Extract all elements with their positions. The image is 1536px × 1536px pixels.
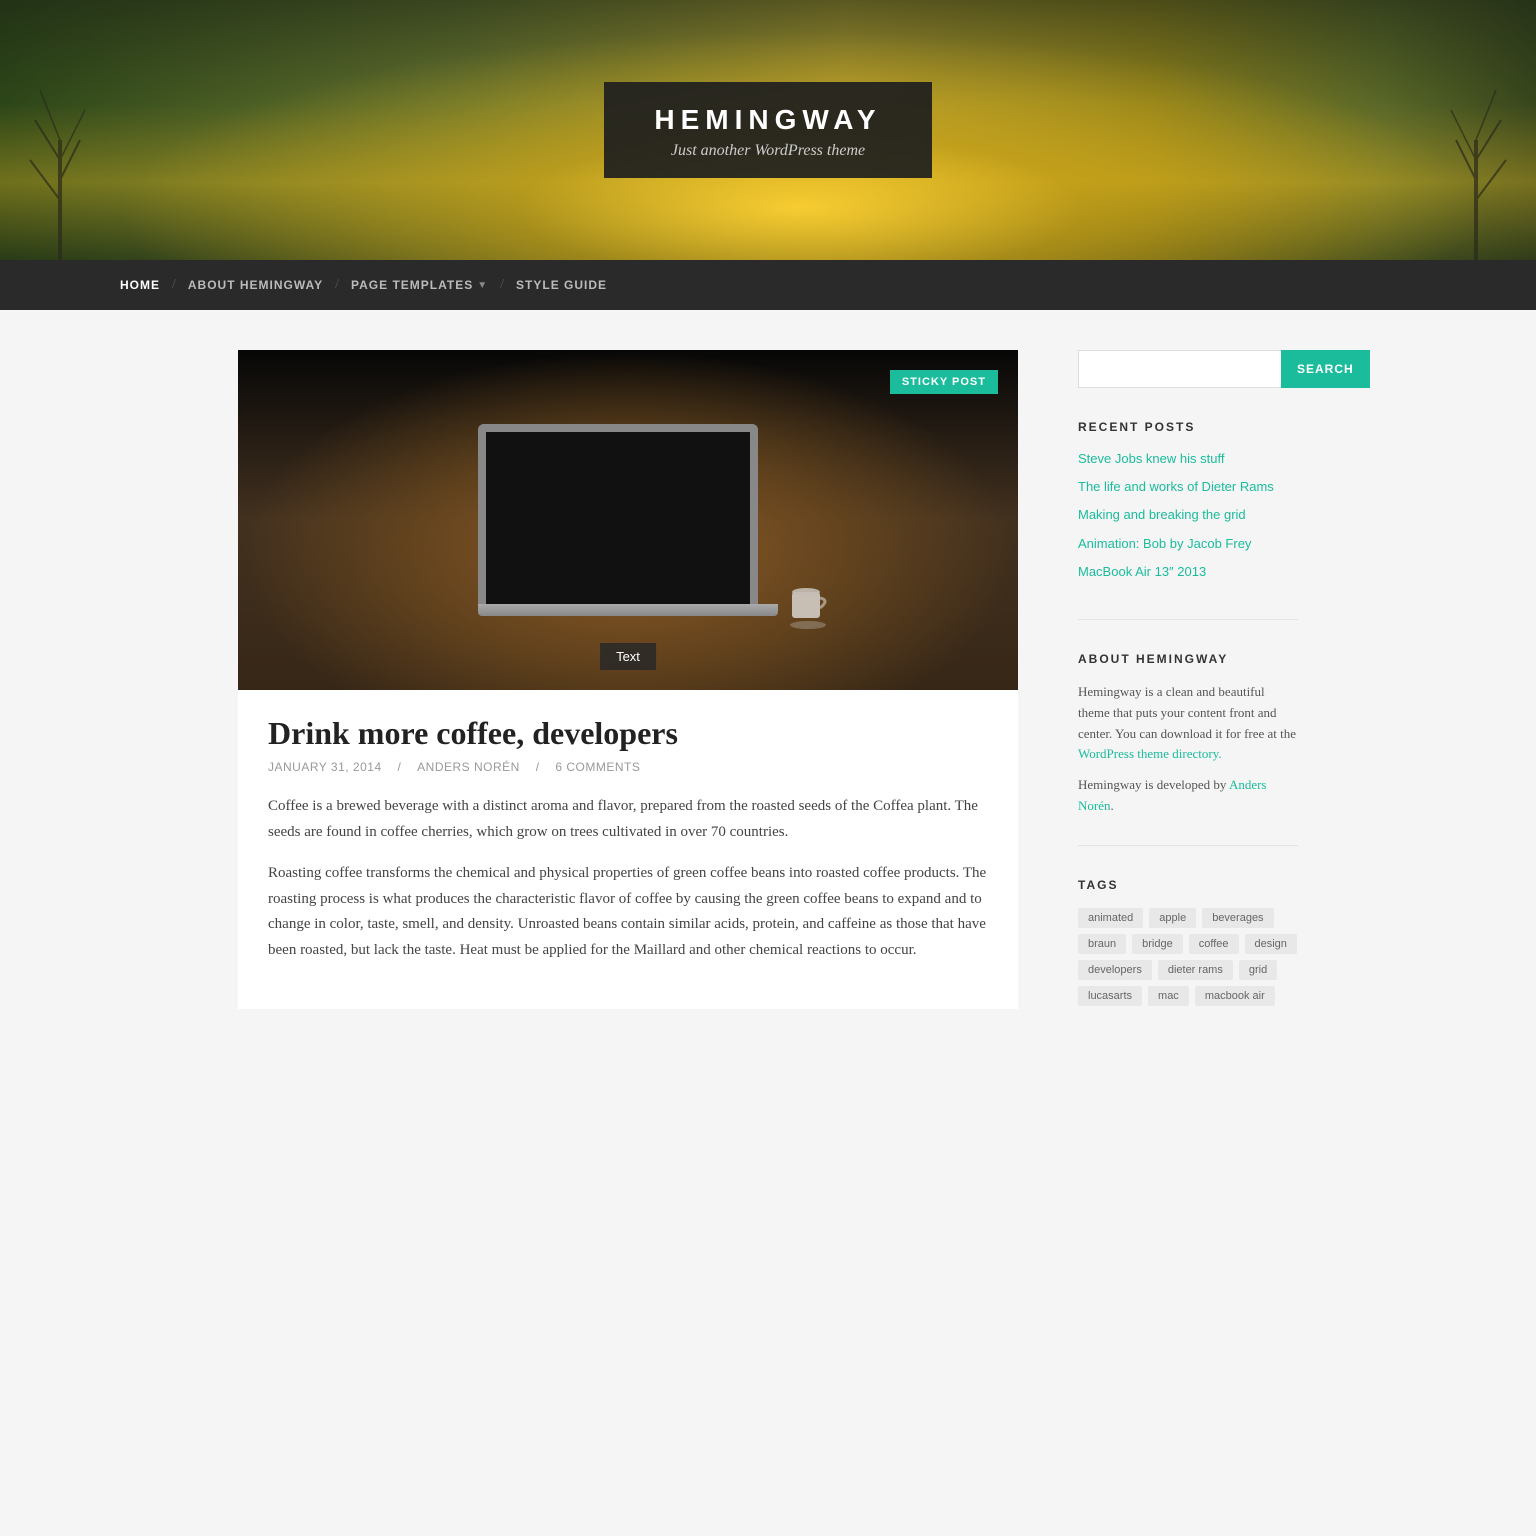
recent-post-link[interactable]: MacBook Air 13″ 2013 [1078,563,1298,581]
recent-posts-list: Steve Jobs knew his stuff The life and wo… [1078,450,1298,581]
tag-item[interactable]: braun [1078,934,1126,954]
search-button[interactable]: SEARCH [1281,350,1370,388]
main-content: STICKY POST Text Drink more coffee, deve… [238,350,1018,1066]
post-paragraph-1: Coffee is a brewed beverage with a disti… [268,794,988,845]
laptop-base [478,604,778,616]
tags-title: TAGS [1078,878,1298,892]
laptop-screen [478,424,758,604]
tags-widget: TAGS animated apple beverages braun bridge co… [1078,878,1298,1034]
nav-style-guide[interactable]: STYLE GUIDE [516,260,607,310]
tag-item[interactable]: design [1245,934,1297,954]
post-comments[interactable]: 6 COMMENTS [555,760,640,774]
site-description: Just another WordPress theme [654,142,881,160]
laptop-icon [478,424,778,616]
tag-item[interactable]: lucasarts [1078,986,1142,1006]
tag-item[interactable]: animated [1078,908,1143,928]
dropdown-arrow-icon: ▼ [477,280,488,291]
coffee-cup-icon [778,570,838,630]
recent-post-link[interactable]: Steve Jobs knew his stuff [1078,450,1298,468]
nav-separator-2: / [323,277,351,293]
nav-separator-1: / [160,277,188,293]
tag-item[interactable]: dieter rams [1158,960,1233,980]
sidebar: SEARCH RECENT POSTS Steve Jobs knew his … [1078,350,1298,1066]
recent-post-link[interactable]: Animation: Bob by Jacob Frey [1078,535,1298,553]
about-text: Hemingway is a clean and beautiful theme… [1078,682,1298,765]
nav-separator-3: / [488,277,516,293]
search-widget: SEARCH [1078,350,1298,388]
tag-item[interactable]: mac [1148,986,1189,1006]
tag-item[interactable]: developers [1078,960,1152,980]
tag-item[interactable]: apple [1149,908,1196,928]
tag-item[interactable]: bridge [1132,934,1183,954]
about-theme-link[interactable]: WordPress theme directory. [1078,746,1222,761]
image-text-badge: Text [600,643,656,670]
nav-about[interactable]: ABOUT HEMINGWAY [188,260,323,310]
about-title: ABOUT HEMINGWAY [1078,652,1298,666]
tag-item[interactable]: beverages [1202,908,1273,928]
site-branding: HEMINGWAY Just another WordPress theme [604,82,931,178]
about-text-1: Hemingway is a clean and beautiful theme… [1078,684,1296,741]
search-input[interactable] [1078,350,1281,388]
site-title: HEMINGWAY [654,104,881,136]
site-content: STICKY POST Text Drink more coffee, deve… [218,350,1318,1066]
tree-left-icon [20,60,100,260]
post-paragraph-2: Roasting coffee transforms the chemical … [268,861,988,963]
post-author[interactable]: ANDERS NORÉN [417,760,520,774]
recent-posts-widget: RECENT POSTS Steve Jobs knew his stuff Th… [1078,420,1298,620]
tree-right-icon [1436,60,1516,260]
recent-posts-title: RECENT POSTS [1078,420,1298,434]
post-title[interactable]: Drink more coffee, developers [268,714,988,752]
meta-separator-1: / [397,760,401,774]
tag-item[interactable]: coffee [1189,934,1239,954]
nav-home[interactable]: HOME [120,260,160,310]
post-meta: JANUARY 31, 2014 / ANDERS NORÉN / 6 COMM… [268,760,988,774]
sticky-badge: STICKY POST [890,370,998,394]
site-navigation: HOME / ABOUT HEMINGWAY / PAGE TEMPLATES … [0,260,1536,310]
recent-post-link[interactable]: The life and works of Dieter Rams [1078,478,1298,496]
post-thumbnail: STICKY POST Text [238,350,1018,690]
about-widget: ABOUT HEMINGWAY Hemingway is a clean and… [1078,652,1298,846]
recent-post-link[interactable]: Making and breaking the grid [1078,506,1298,524]
tags-list: animatedapplebeveragesbraunbridgecoffeed… [1078,908,1298,1006]
about-text-2: Hemingway is developed by Anders Norén. [1078,775,1298,817]
laptop-illustration [238,350,1018,690]
tag-item[interactable]: macbook air [1195,986,1275,1006]
tag-item[interactable]: grid [1239,960,1277,980]
nav-page-templates[interactable]: PAGE TEMPLATES ▼ [351,260,488,310]
meta-separator-2: / [536,760,540,774]
post-body: Drink more coffee, developers JANUARY 31… [238,690,1018,1009]
post-article: STICKY POST Text Drink more coffee, deve… [238,350,1018,1009]
site-header: HEMINGWAY Just another WordPress theme [0,0,1536,260]
post-date: JANUARY 31, 2014 [268,760,382,774]
